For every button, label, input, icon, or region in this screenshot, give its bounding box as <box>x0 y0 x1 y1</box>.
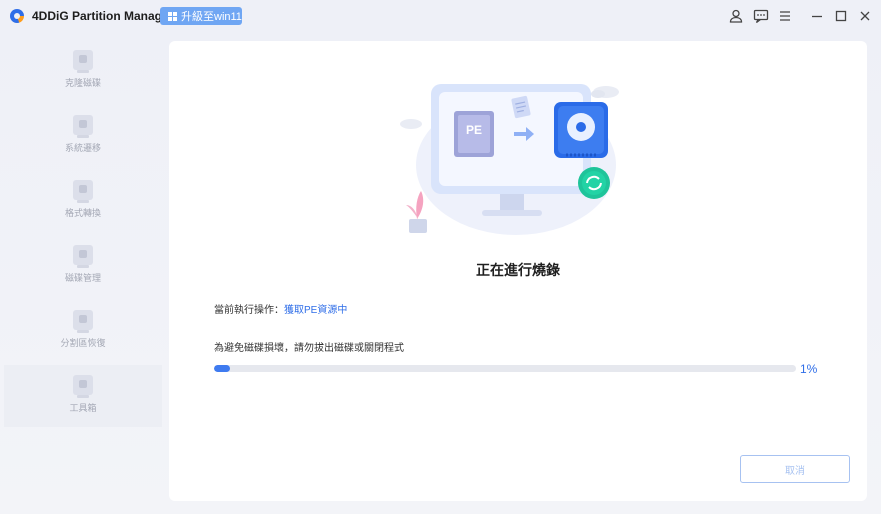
maximize-icon[interactable] <box>833 8 849 24</box>
sidebar-item-label: 磁碟管理 <box>64 273 101 283</box>
sidebar-item-label: 格式轉換 <box>64 208 101 218</box>
sidebar-item-format-convert[interactable]: 格式轉換 <box>4 170 162 232</box>
warning-text: 為避免磁碟損壞，請勿拔出磁碟或關閉程式 <box>214 343 404 354</box>
upgrade-label: 升級至win11 <box>181 11 242 23</box>
current-operation-label: 當前執行操作： <box>214 305 284 316</box>
disk-manage-icon <box>73 245 93 268</box>
windows-icon <box>168 11 177 21</box>
sidebar-item-system-migrate[interactable]: 系統遷移 <box>4 105 162 167</box>
progress-bar <box>214 365 796 372</box>
sidebar-item-label: 克隆磁碟 <box>64 78 101 88</box>
system-migrate-icon <box>73 115 93 138</box>
sidebar-item-partition-recover[interactable]: 分割區恢復 <box>4 300 162 362</box>
upgrade-win11-button[interactable]: 升級至win11 <box>160 7 242 25</box>
current-operation: 當前執行操作：獲取PE資源中 <box>214 301 347 316</box>
close-icon[interactable] <box>857 8 873 24</box>
progress-percent: 1% <box>800 362 818 376</box>
sidebar-item-toolbox[interactable]: 工具箱 <box>4 365 162 427</box>
menu-icon[interactable] <box>777 8 793 24</box>
format-convert-icon <box>73 180 93 203</box>
main-panel: PE 正在進行燒錄 當前執行操作：獲取PE資源中 為避免磁碟損壞，請勿拔出磁碟或… <box>169 41 867 501</box>
user-icon[interactable] <box>728 8 744 24</box>
burning-illustration: PE <box>400 84 619 235</box>
sidebar-item-clone-disk[interactable]: 克隆磁碟 <box>4 40 162 102</box>
app-logo-icon <box>10 9 24 23</box>
current-operation-value: 獲取PE資源中 <box>284 305 348 316</box>
sidebar: 克隆磁碟 系統遷移 格式轉換 磁碟管理 分割區恢復 工具箱 <box>4 40 162 430</box>
feedback-icon[interactable] <box>753 8 769 24</box>
app-window: 4DDiG Partition Manager 升級至win11 克隆磁碟 系統… <box>0 0 881 514</box>
minimize-icon[interactable] <box>809 8 825 24</box>
progress-bar-fill <box>214 365 230 372</box>
app-title: 4DDiG Partition Manager <box>32 9 174 23</box>
title-bar: 4DDiG Partition Manager 升級至win11 <box>0 0 881 34</box>
sidebar-item-disk-manage[interactable]: 磁碟管理 <box>4 235 162 297</box>
clone-disk-icon <box>73 50 93 73</box>
sidebar-item-label: 工具箱 <box>69 403 97 413</box>
sidebar-item-label: 系統遷移 <box>64 143 101 153</box>
cancel-button[interactable]: 取消 <box>740 455 850 483</box>
pe-label: PE <box>466 123 482 137</box>
partition-recover-icon <box>73 310 93 333</box>
toolbox-icon <box>73 375 93 398</box>
sidebar-item-label: 分割區恢復 <box>60 338 106 348</box>
progress-title: 正在進行燒錄 <box>476 262 560 278</box>
